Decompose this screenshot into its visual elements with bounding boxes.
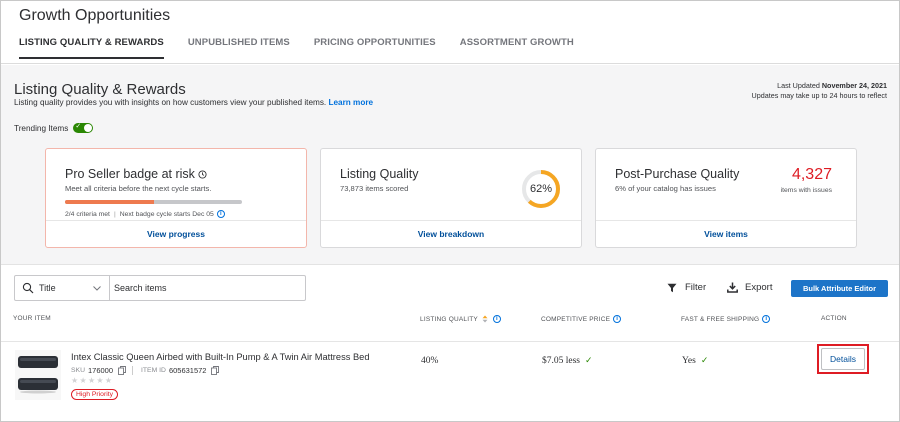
trending-toggle[interactable]: ✓ bbox=[73, 123, 94, 133]
trending-label: Trending Items bbox=[14, 123, 69, 133]
item-id-label: ITEM ID bbox=[141, 367, 166, 374]
post-purchase-subtitle: 6% of your catalog has issues bbox=[615, 184, 716, 193]
view-items-link[interactable]: View items bbox=[596, 220, 856, 247]
competitive-price-header-text: COMPETITIVE PRICE bbox=[541, 315, 611, 323]
product-thumbnail[interactable] bbox=[15, 350, 61, 400]
update-note: Updates may take up to 24 hours to refle… bbox=[751, 91, 887, 100]
rating-stars: ★★★★★ bbox=[71, 376, 114, 385]
criteria-met: 2/4 criteria met bbox=[65, 210, 110, 218]
criteria-progress-bar bbox=[65, 200, 242, 204]
info-icon[interactable]: i bbox=[216, 210, 225, 218]
check-icon: ✓ bbox=[75, 123, 82, 130]
pro-seller-title-text: Pro Seller badge at risk bbox=[65, 167, 195, 181]
listing-quality-title: Listing Quality bbox=[340, 167, 419, 181]
tab-unpublished-items[interactable]: UNPUBLISHED ITEMS bbox=[188, 37, 290, 59]
listing-quality-percent: 62% bbox=[529, 183, 553, 195]
shipping-value: Yes ✓ bbox=[682, 356, 708, 366]
section-title: Listing Quality & Rewards bbox=[14, 81, 186, 98]
column-header-shipping: FAST & FREE SHIPPING i bbox=[681, 315, 771, 323]
filter-button[interactable]: Filter bbox=[667, 282, 706, 293]
pro-seller-card: Pro Seller badge at risk Meet all criter… bbox=[45, 148, 307, 248]
issues-count-label: items with issues bbox=[780, 187, 832, 194]
post-purchase-card: Post-Purchase Quality 6% of your catalog… bbox=[595, 148, 857, 248]
criteria-progress-fill bbox=[65, 200, 154, 204]
sort-icon[interactable] bbox=[482, 315, 488, 323]
sku-label: SKU bbox=[71, 367, 85, 374]
chevron-down-icon bbox=[93, 285, 101, 291]
info-icon[interactable]: i bbox=[492, 315, 501, 323]
bulk-attribute-editor-button[interactable]: Bulk Attribute Editor bbox=[791, 280, 888, 297]
criteria-status: 2/4 criteria met | Next badge cycle star… bbox=[65, 210, 225, 218]
learn-more-link[interactable]: Learn more bbox=[328, 98, 373, 107]
header-divider bbox=[1, 341, 899, 342]
sku-value: 176000 bbox=[87, 366, 114, 375]
details-button[interactable]: Details bbox=[821, 348, 865, 370]
criteria-separator: | bbox=[113, 210, 116, 218]
listing-quality-subtitle: 73,873 items scored bbox=[340, 184, 409, 193]
last-updated-date: November 24, 2021 bbox=[821, 81, 887, 90]
item-title[interactable]: Intex Classic Queen Airbed with Built-In… bbox=[71, 352, 370, 362]
shipping-header-text: FAST & FREE SHIPPING bbox=[681, 315, 760, 323]
export-button[interactable]: Export bbox=[727, 282, 772, 293]
info-icon[interactable]: i bbox=[762, 315, 771, 323]
description-text: Listing quality provides you with insigh… bbox=[14, 98, 327, 107]
competitive-price-text: $7.05 less bbox=[542, 356, 580, 366]
column-header-action: ACTION bbox=[821, 315, 847, 322]
post-purchase-title: Post-Purchase Quality bbox=[615, 167, 740, 181]
next-cycle: Next badge cycle starts Dec 05 bbox=[119, 210, 214, 218]
tab-bar: LISTING QUALITY & REWARDS UNPUBLISHED IT… bbox=[19, 37, 598, 59]
competitive-price-value: $7.05 less ✓ bbox=[542, 356, 593, 366]
clock-warning-icon bbox=[198, 169, 207, 179]
item-meta: SKU 176000 ITEM ID 605631572 bbox=[71, 366, 220, 375]
filter-label: Filter bbox=[685, 282, 707, 293]
tab-pricing-opportunities[interactable]: PRICING OPPORTUNITIES bbox=[314, 37, 436, 59]
listing-quality-header-text: LISTING QUALITY bbox=[420, 315, 478, 323]
column-header-item: YOUR ITEM bbox=[13, 315, 51, 322]
item-id-value: 605631572 bbox=[168, 366, 207, 375]
filter-icon bbox=[667, 283, 677, 292]
tab-listing-quality[interactable]: LISTING QUALITY & REWARDS bbox=[19, 37, 164, 59]
info-icon[interactable]: i bbox=[613, 315, 622, 323]
check-icon: ✓ bbox=[700, 356, 709, 366]
meta-separator bbox=[132, 366, 134, 375]
section-description: Listing quality provides you with insigh… bbox=[14, 98, 373, 107]
search-field-value: Title bbox=[39, 283, 56, 293]
details-highlight: Details bbox=[817, 344, 869, 374]
tab-assortment-growth[interactable]: ASSORTMENT GROWTH bbox=[460, 37, 574, 59]
pro-seller-subtitle: Meet all criteria before the next cycle … bbox=[65, 184, 212, 193]
listing-quality-card: Listing Quality 73,873 items scored 62% … bbox=[320, 148, 582, 248]
search-input[interactable] bbox=[110, 276, 305, 300]
column-header-listing-quality[interactable]: LISTING QUALITY i bbox=[420, 315, 501, 323]
toggle-knob bbox=[84, 124, 93, 132]
listing-quality-value: 40% bbox=[421, 356, 439, 366]
air-mattress-image bbox=[18, 356, 58, 394]
trending-items: Trending Items ✓ bbox=[14, 123, 94, 133]
column-header-competitive-price: COMPETITIVE PRICE i bbox=[541, 315, 622, 323]
last-updated: Last Updated November 24, 2021 Updates m… bbox=[752, 81, 887, 101]
check-icon: ✓ bbox=[585, 356, 593, 366]
app-header: Growth Opportunities LISTING QUALITY & R… bbox=[1, 1, 899, 64]
copy-icon[interactable] bbox=[118, 366, 126, 375]
app-frame: Growth Opportunities LISTING QUALITY & R… bbox=[0, 0, 900, 422]
priority-badge: High Priority bbox=[71, 389, 119, 400]
last-updated-label: Last Updated bbox=[777, 81, 820, 90]
summary-section: Listing Quality & Rewards Listing qualit… bbox=[1, 65, 899, 265]
issues-count: 4,327 bbox=[791, 166, 832, 183]
pro-seller-title: Pro Seller badge at risk bbox=[65, 167, 207, 181]
shipping-text: Yes bbox=[682, 356, 696, 366]
view-breakdown-link[interactable]: View breakdown bbox=[321, 220, 581, 247]
search-field-select[interactable]: Title bbox=[34, 276, 110, 300]
export-label: Export bbox=[745, 282, 773, 293]
search-icon bbox=[22, 282, 34, 294]
view-progress-link[interactable]: View progress bbox=[46, 220, 306, 247]
page-title: Growth Opportunities bbox=[19, 7, 171, 24]
copy-icon[interactable] bbox=[211, 366, 220, 375]
download-icon bbox=[727, 282, 738, 293]
search-bar: Title bbox=[14, 275, 306, 301]
